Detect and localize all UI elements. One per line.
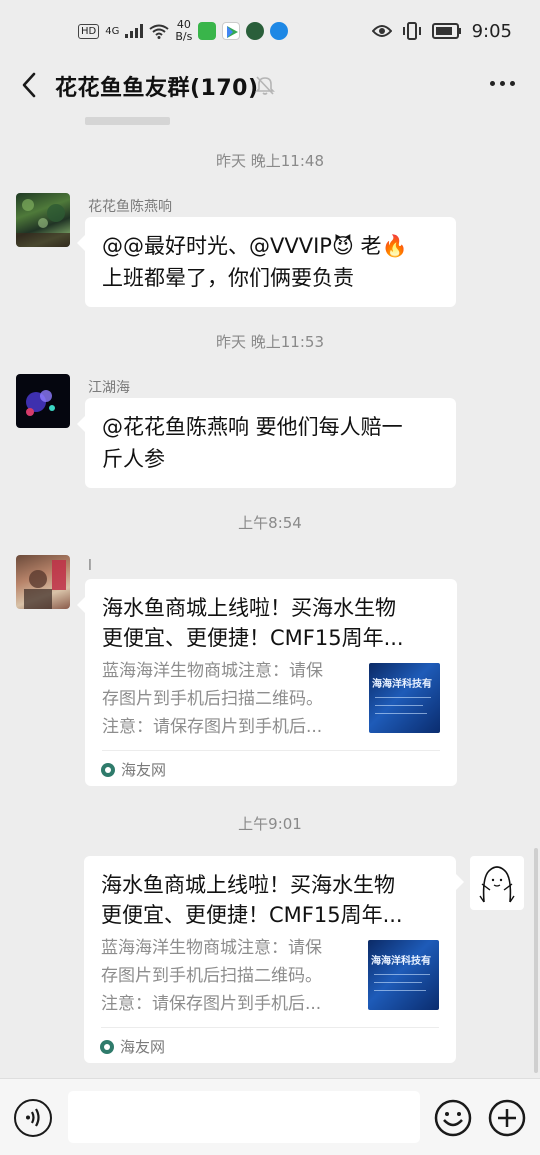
card-desc-line: 存图片到手机后扫描二维码。 — [101, 966, 322, 986]
source-logo-icon — [101, 762, 115, 777]
avatar[interactable] — [16, 555, 70, 609]
emoji-icon[interactable] — [434, 1099, 472, 1137]
card-desc-line: 注意：请保存图片到手机后... — [101, 994, 322, 1014]
card-source-name: 海友网 — [121, 761, 167, 779]
chevron-left-icon[interactable] — [16, 70, 46, 100]
card-desc-line: 注意：请保存图片到手机后... — [102, 717, 323, 737]
app-notification-icon — [198, 22, 217, 40]
message-input[interactable] — [68, 1091, 420, 1143]
link-card[interactable]: 海水鱼商城上线啦！买海水生物 更便宜、更便捷！CMF15周年... 蓝海海洋生物… — [77, 579, 457, 786]
card-title-line: 海水鱼商城上线啦！买海水生物 — [101, 873, 395, 897]
signal-icon — [125, 24, 144, 38]
card-source-name: 海友网 — [120, 1038, 166, 1056]
message-text-line: @花花鱼陈燕响 要他们每人赔一 — [102, 415, 403, 439]
scrollbar[interactable] — [534, 848, 538, 1073]
card-thumbnail: 海海洋科技有 — [368, 940, 439, 1010]
net-speed: 40 B/s — [175, 19, 192, 43]
browser-icon — [270, 22, 289, 40]
card-desc-line: 蓝海海洋生物商城注意：请保 — [101, 938, 322, 958]
clock: 9:05 — [471, 20, 512, 42]
card-divider — [101, 1027, 439, 1028]
card-title: 海水鱼商城上线啦！买海水生物 更便宜、更便捷！CMF15周年... — [102, 593, 438, 653]
person-photo — [24, 560, 66, 609]
bell-off-icon — [255, 76, 275, 95]
chat-header: 花花鱼鱼友群(170) — [0, 62, 540, 108]
input-bar — [0, 1078, 540, 1155]
aquarium-photo — [16, 199, 70, 247]
sender-name: l — [88, 558, 92, 574]
message-text-line: 斤人参 — [102, 447, 165, 471]
battery-icon — [431, 23, 461, 39]
status-bar: HD 4G 40 B/s 9:05 — [0, 0, 540, 62]
card-title: 海水鱼商城上线啦！买海水生物 更便宜、更便捷！CMF15周年... — [101, 870, 437, 930]
ghost-drawing-icon — [479, 866, 515, 903]
play-store-icon — [222, 22, 241, 40]
avatar[interactable] — [16, 193, 70, 247]
timestamp: 上午8:54 — [238, 514, 302, 532]
sender-name: 花花鱼陈燕响 — [88, 199, 172, 215]
chat-title: 花花鱼鱼友群(170) — [55, 76, 259, 101]
network-type: 4G — [105, 25, 120, 37]
card-thumbnail: 海海洋科技有 — [369, 663, 440, 733]
status-left-group: HD 4G 40 B/s — [78, 19, 289, 43]
card-source: 海友网 — [100, 1036, 165, 1057]
timestamp: 上午9:01 — [238, 815, 302, 833]
app-icon — [246, 22, 265, 40]
previous-message-edge — [85, 117, 170, 125]
plus-icon[interactable] — [488, 1099, 526, 1137]
card-divider — [102, 750, 440, 751]
card-description: 蓝海海洋生物商城注意：请保 存图片到手机后扫描二维码。 注意：请保存图片到手机后… — [102, 657, 356, 741]
status-right-group: 9:05 — [371, 20, 512, 42]
card-description: 蓝海海洋生物商城注意：请保 存图片到手机后扫描二维码。 注意：请保存图片到手机后… — [101, 934, 355, 1018]
timestamp: 昨天 晚上11:53 — [216, 333, 324, 351]
card-source: 海友网 — [101, 759, 166, 780]
card-desc-line: 蓝海海洋生物商城注意：请保 — [102, 661, 323, 681]
wifi-icon — [149, 24, 169, 39]
more-dots-icon[interactable] — [490, 81, 515, 86]
avatar[interactable] — [16, 374, 70, 428]
voice-icon[interactable] — [14, 1099, 52, 1137]
hd-indicator: HD — [78, 23, 100, 39]
message-bubble[interactable]: @花花鱼陈燕响 要他们每人赔一 斤人参 — [77, 398, 456, 488]
message-text-line: @@最好时光、@VVVIP😈 老🔥 — [102, 234, 408, 258]
coral-photo — [26, 390, 55, 416]
vibrate-icon — [402, 22, 421, 40]
timestamp: 昨天 晚上11:48 — [216, 152, 324, 170]
card-title-line: 海水鱼商城上线啦！买海水生物 — [102, 596, 396, 620]
link-card[interactable]: 海水鱼商城上线啦！买海水生物 更便宜、更便捷！CMF15周年... 蓝海海洋生物… — [84, 856, 464, 1063]
card-title-line: 更便宜、更便捷！CMF15周年... — [101, 903, 403, 927]
source-logo-icon — [100, 1039, 114, 1054]
thumbnail-text: 海海洋科技有 — [372, 679, 432, 690]
net-speed-unit: B/s — [175, 30, 193, 43]
eye-icon — [371, 25, 392, 37]
message-text-line: 上班都晕了，你们俩要负责 — [102, 266, 354, 290]
message-bubble[interactable]: @@最好时光、@VVVIP😈 老🔥 上班都晕了，你们俩要负责 — [77, 217, 456, 307]
thumbnail-text: 海海洋科技有 — [371, 956, 431, 967]
card-desc-line: 存图片到手机后扫描二维码。 — [102, 689, 323, 709]
self-avatar[interactable] — [470, 856, 524, 910]
card-title-line: 更便宜、更便捷！CMF15周年... — [102, 626, 404, 650]
sender-name: 江湖海 — [88, 380, 130, 396]
